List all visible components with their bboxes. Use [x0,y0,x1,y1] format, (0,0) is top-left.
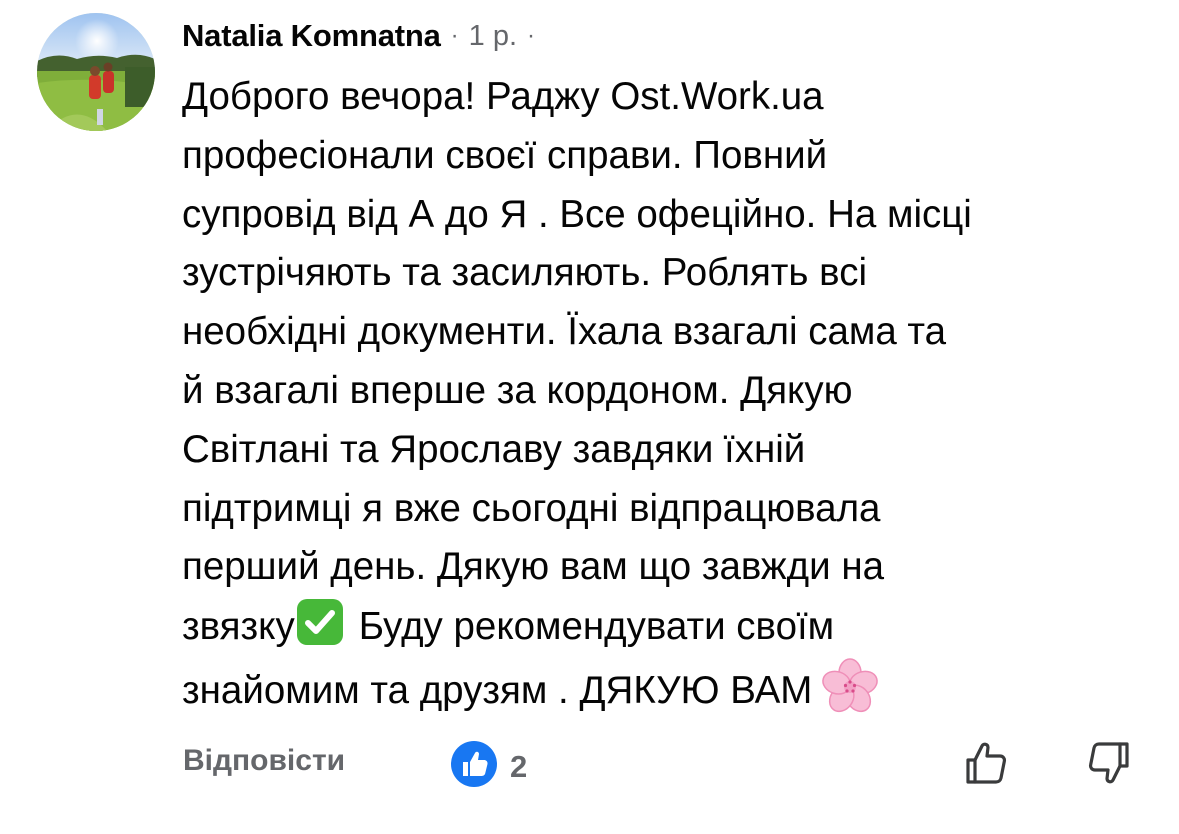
reply-button[interactable]: Відповісти [183,744,345,778]
comment-text: Доброго вечора! Раджу Ost.Work.ua профес… [182,68,1142,721]
comment-line: підтримці я вже сьогодні відпрацювала [182,486,881,530]
check-mark-button-emoji-icon [295,597,345,647]
reaction-count: 2 [510,748,528,784]
avatar[interactable] [37,13,155,131]
avatar-photo [37,13,155,131]
comment-line: Світлані та Ярославу завдяки їхній [182,427,806,471]
comment-line-with-emoji: звязку Буду рекомендувати своїм [182,597,1142,657]
comment-line: Доброго вечора! Раджу Ost.Work.ua [182,75,824,118]
comment-line: перший день. Дякую вам що завжди на [182,545,885,589]
comment-line: зустрічяють та засиляють. Роблять всі [182,251,868,295]
comment-text-segment: звязку [182,605,295,649]
comment-header: Natalia Komnatna · 1 р. · [182,14,535,58]
comment-actions: Відповісти 2 [0,734,1179,798]
thumbs-up-outline-icon [962,742,1012,792]
comment-line: необхідні документи. Їхала взагалі сама … [182,310,947,354]
timestamp[interactable]: 1 р. [469,20,517,53]
cherry-blossom-emoji-icon [820,657,880,717]
comment-text-segment: Буду рекомендувати своїм [358,605,835,649]
reaction-summary[interactable]: 2 [450,740,527,793]
comment-line-with-emoji: знайомим та друзям . ДЯКУЮ ВАМ [182,657,1142,721]
comment-line: й взагалі вперше за кордоном. Дякую [182,368,853,412]
comment-text-segment: знайомим та друзям . ДЯКУЮ ВАМ [182,668,813,712]
like-button[interactable] [962,738,1012,793]
like-reaction-icon [450,740,498,793]
dislike-button[interactable] [1083,738,1133,793]
comment-line: професіонали своєї справи. Повний [182,133,828,177]
trailing-dot: · [527,22,536,49]
separator-dot: · [450,22,459,49]
author-name[interactable]: Natalia Komnatna [182,18,441,54]
comment-line: супровід від А до Я . Все офеційно. На м… [182,192,972,236]
thumbs-down-outline-icon [1083,742,1133,792]
